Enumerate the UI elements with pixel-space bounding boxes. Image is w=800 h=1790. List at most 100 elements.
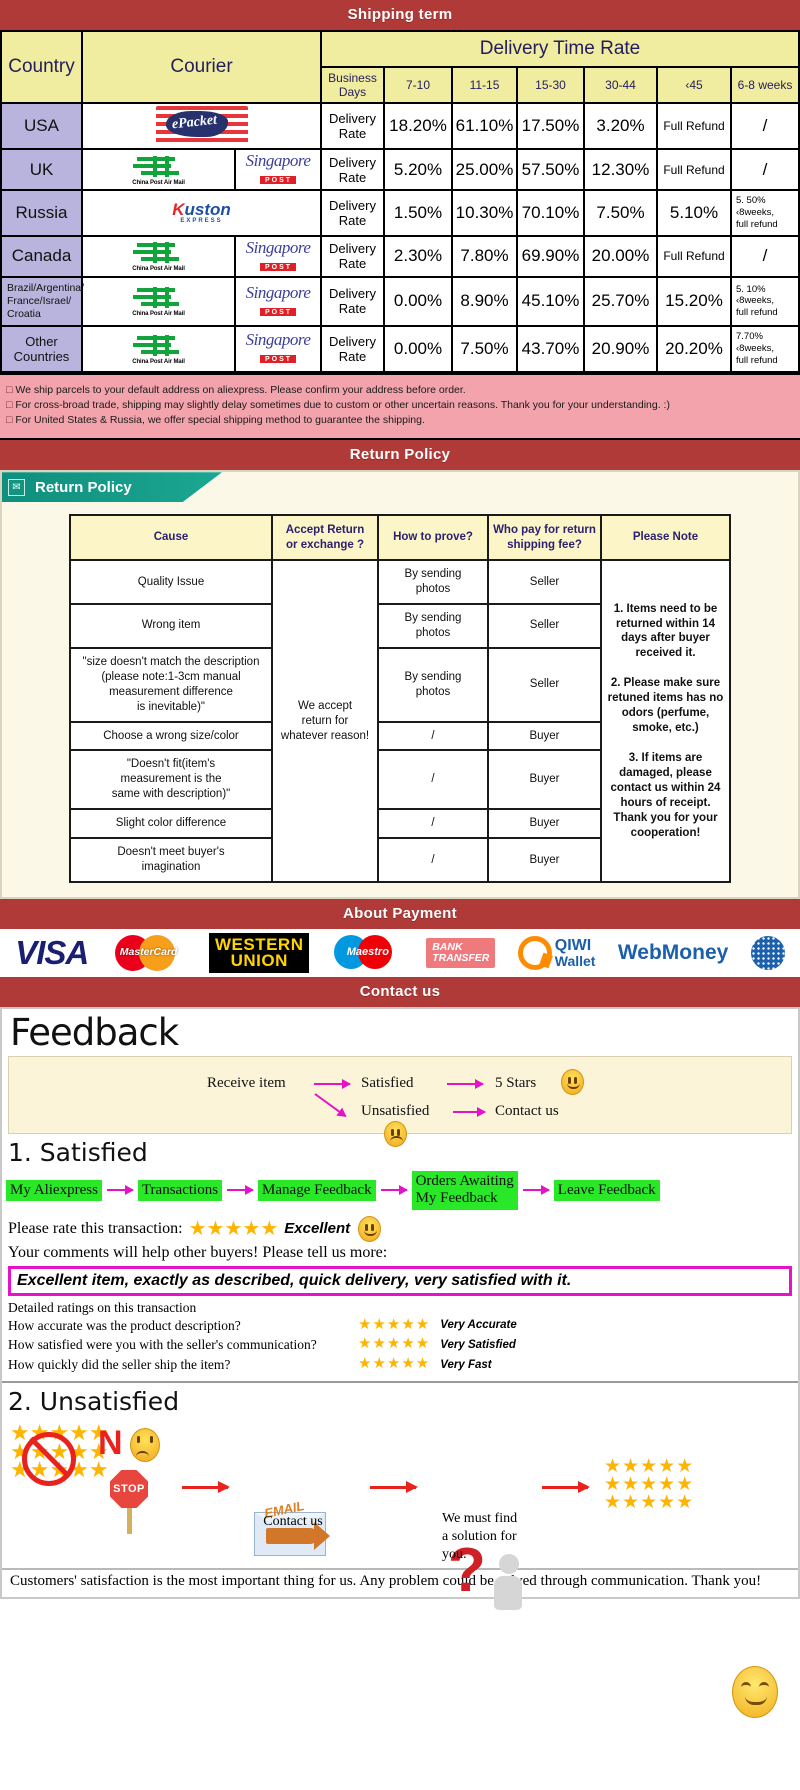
detail-stars[interactable]: ★★★★★ — [358, 1316, 430, 1336]
payment-method-western-union: WESTERN UNION — [208, 932, 310, 974]
step-transactions[interactable]: Transactions — [137, 1179, 223, 1201]
detailed-ratings: Detailed ratings on this transaction How… — [2, 1296, 798, 1375]
rate-value: Full Refund — [656, 234, 732, 278]
rate-value: 70.10% — [516, 189, 585, 237]
rating-stars[interactable]: ★★★★★ — [189, 1216, 279, 1241]
detail-question: How quickly did the seller ship the item… — [8, 1357, 231, 1373]
western-union-logo: WESTERN UNION — [208, 932, 310, 974]
mastercard-logo: MasterCard — [111, 933, 187, 973]
col-cause: Cause — [69, 514, 273, 562]
flow-node-contact-us: Contact us — [495, 1103, 559, 1120]
qiwi-wordmark: QIWI Wallet — [554, 937, 596, 969]
cause-cell: Slight color difference — [69, 808, 273, 840]
step-orders-awaiting-my-feedback[interactable]: Orders Awaiting My Feedback — [411, 1171, 518, 1210]
rate-value: 57.50% — [516, 148, 585, 191]
feedback-section: Feedback Receive item Satisfied 5 Stars … — [0, 1007, 800, 1719]
how-to-prove-cell: By sending photos — [377, 559, 489, 605]
sad-face-icon — [384, 1121, 407, 1148]
step-manage-feedback[interactable]: Manage Feedback — [258, 1179, 376, 1201]
china-post-caption: China Post Air Mail — [132, 179, 185, 186]
contact-us-banner: Contact us — [0, 977, 800, 1008]
feedback-flow-diagram: Receive item Satisfied 5 Stars Unsatisfi… — [8, 1056, 792, 1148]
flow-node-unsatisfied: Unsatisfied — [361, 1103, 430, 1120]
who-pays-cell: Seller — [487, 602, 602, 649]
rate-value: 20.00% — [583, 234, 658, 278]
col-how-to-prove: How to prove? — [377, 514, 489, 562]
col-range-3: 30-44 — [583, 66, 658, 104]
china-post-air-mail-logo: China Post Air Mail — [121, 154, 197, 186]
rate-value: 2.30% — [383, 234, 453, 278]
singapore-wordmark: Singapore — [245, 282, 311, 302]
detail-stars[interactable]: ★★★★★ — [358, 1335, 430, 1355]
courier-logo-cell: China Post Air Mail — [81, 148, 236, 191]
china-post-mark-icon — [132, 242, 179, 264]
webmoney-ball-icon — [750, 936, 785, 971]
rate-value: 7.70% ‹8weeks, full refund — [730, 325, 800, 373]
return-policy-tab-label: Return Policy — [35, 478, 132, 496]
detail-label: Very Satisfied — [440, 1338, 516, 1351]
who-pays-cell: Buyer — [487, 720, 602, 752]
rate-value: 25.70% — [583, 275, 658, 328]
singapore-post-logo: Singapore POST — [241, 331, 315, 366]
payment-method-visa: VISA — [15, 934, 89, 972]
who-pays-cell: Seller — [487, 646, 602, 723]
step-leave-feedback[interactable]: Leave Feedback — [553, 1179, 660, 1201]
stop-sign-icon: STOP — [110, 1469, 148, 1508]
col-delivery-time-rate: Delivery Time Rate — [320, 30, 800, 68]
qiwi-mark-icon — [517, 936, 552, 971]
return-policy-tab: ✉ Return Policy — [2, 472, 222, 503]
courier-logo-cell: Singapore POST — [234, 234, 322, 278]
flow-node-receive-item: Receive item — [207, 1075, 286, 1092]
big-happy-face-icon — [732, 1666, 778, 1719]
table-row: UK China Post Air Mail Singapore POST De… — [0, 148, 800, 191]
rate-label: Delivery Rate — [320, 325, 385, 373]
flow-node-satisfied: Satisfied — [361, 1075, 414, 1092]
country-cell: USA — [0, 102, 83, 150]
rate-value: 61.10% — [451, 102, 518, 150]
rate-value: 10.30% — [451, 189, 518, 237]
rate-value: 15.20% — [656, 275, 732, 328]
flow-arrow-1 — [314, 1079, 351, 1090]
country-cell: Canada — [0, 234, 83, 278]
five-star-rating-icon: ★★★★★ ★★★★★ ★★★★★ — [604, 1455, 695, 1514]
china-post-caption: China Post Air Mail — [132, 311, 185, 318]
detail-row: How accurate was the product description… — [8, 1316, 792, 1336]
col-who-pays: Who pay for return shipping fee? — [487, 514, 602, 562]
col-courier: Courier — [81, 30, 322, 104]
maestro-label: Maestro — [346, 946, 389, 959]
rate-value: 12.30% — [583, 148, 658, 191]
detailed-ratings-heading: Detailed ratings on this transaction — [8, 1299, 197, 1315]
rate-value: 18.20% — [383, 102, 453, 150]
col-country: Country — [0, 30, 83, 104]
rate-value: Full Refund — [656, 148, 732, 191]
visa-logo: VISA — [15, 934, 89, 972]
step-my-aliexpress[interactable]: My Aliexpress — [6, 1179, 102, 1201]
table-row: Quality Issue We accept return for whate… — [69, 559, 731, 884]
shipping-note: We ship parcels to your default address … — [6, 383, 794, 398]
rate-value: 17.50% — [516, 102, 585, 150]
china-post-caption: China Post Air Mail — [132, 266, 185, 273]
singapore-post-logo: Singapore POST — [241, 284, 315, 319]
singapore-wordmark: Singapore — [245, 151, 311, 170]
unsatisfied-flow-diagram: ★★★★★ ★★★★★ ★★★★★ N STOP EMAIL Contact us … — [2, 1418, 798, 1719]
col-please-note: Please Note — [600, 514, 731, 562]
col-range-4: ‹45 — [656, 66, 732, 104]
qiwi-line1: QIWI — [554, 937, 592, 955]
comment-text-box[interactable]: Excellent item, exactly as described, qu… — [8, 1265, 792, 1296]
china-post-mark-icon — [132, 155, 179, 177]
kuston-express-logo: Kuston EXPRESS — [154, 201, 250, 224]
payment-method-qiwi: QIWI Wallet — [517, 936, 596, 971]
courier-logo-cell — [81, 102, 322, 150]
stop-sign-pole-icon — [126, 1507, 132, 1534]
rate-value: 0.00% — [383, 325, 453, 373]
how-to-prove-cell: By sending photos — [377, 646, 489, 723]
rate-value: 20.90% — [583, 325, 658, 373]
bank-transfer-logo: BANK TRANSFER — [426, 938, 496, 969]
payment-method-maestro: Maestro — [332, 934, 404, 972]
rate-value: 25.00% — [451, 148, 518, 191]
table-row: Russia Kuston EXPRESS Delivery Rate 1.50… — [0, 189, 800, 237]
happy-face-icon — [561, 1069, 584, 1096]
rate-value: 5. 50% ‹8weeks, full refund — [730, 189, 800, 237]
detail-stars[interactable]: ★★★★★ — [358, 1355, 430, 1375]
rate-value: Full Refund — [656, 102, 732, 150]
